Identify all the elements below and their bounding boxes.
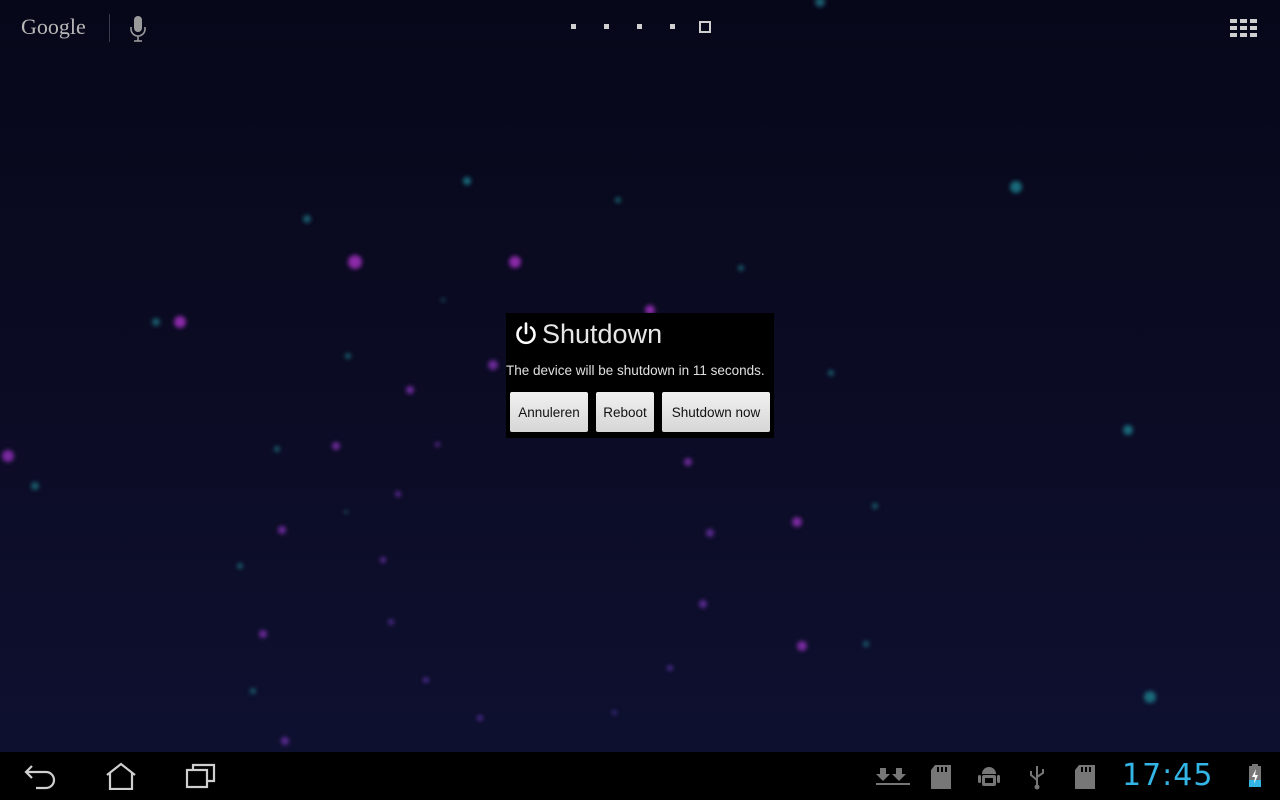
wallpaper-particle [274,446,280,452]
wallpaper-particle [423,677,429,683]
wallpaper-particle [237,563,243,569]
back-icon[interactable] [22,762,58,790]
dialog-header: Shutdown [510,318,770,350]
page-dot[interactable] [571,24,576,29]
wallpaper-particle [1123,425,1133,435]
wallpaper-particle [406,386,414,394]
wallpaper-particle [31,482,39,490]
wallpaper-particle [828,370,834,376]
status-clock[interactable]: 17:45 [1122,758,1213,793]
wallpaper-particle [699,600,707,608]
shutdown-now-button[interactable]: Shutdown now [662,392,770,432]
wallpaper-particle [863,641,869,647]
wallpaper-particle [332,442,340,450]
download-icon[interactable] [876,764,910,786]
wallpaper-particle [667,665,673,671]
wallpaper-particle [509,256,521,268]
page-dot[interactable] [604,24,609,29]
wallpaper-particle [1010,181,1022,193]
wallpaper-particle [348,255,362,269]
page-dot[interactable] [670,24,675,29]
system-bar: 17:45 [0,752,1280,800]
google-search-logo[interactable]: Google [21,14,86,40]
page-indicator [566,20,716,36]
wallpaper-particle [434,441,440,447]
search-divider [109,14,110,42]
wallpaper-particle [303,215,311,223]
wallpaper-particle [281,737,289,745]
page-dot-current[interactable] [699,21,711,33]
usb-icon[interactable] [1028,764,1046,790]
power-icon [516,322,536,345]
dialog-title: Shutdown [542,319,663,349]
cancel-button[interactable]: Annuleren [510,392,588,432]
wallpaper-particle [792,517,802,527]
dialog-message: The device will be shutdown in 11 second… [506,363,765,378]
wallpaper-particle [345,353,351,359]
wallpaper-particle [441,298,445,302]
mic-icon[interactable] [128,15,148,43]
sd-card-icon[interactable] [929,764,953,790]
wallpaper-particle [706,529,714,537]
wallpaper-particle [738,265,744,271]
recent-apps-icon[interactable] [185,762,217,790]
page-dot[interactable] [637,24,642,29]
all-apps-icon[interactable] [1230,19,1258,37]
wallpaper-particle [2,450,14,462]
wallpaper-particle [388,619,394,625]
reboot-button[interactable]: Reboot [596,392,654,432]
wallpaper-particle [477,715,483,721]
wallpaper-particle [1144,691,1156,703]
wallpaper-particle [250,688,256,694]
wallpaper-particle [259,630,267,638]
wallpaper-particle [152,318,160,326]
wallpaper-particle [488,360,498,370]
wallpaper-particle [344,510,348,514]
wallpaper-particle [611,709,617,715]
battery-charging-icon[interactable] [1248,764,1262,788]
wallpaper-particle [615,197,621,203]
wallpaper-particle [797,641,807,651]
wallpaper-particle [684,458,692,466]
wallpaper-particle [395,491,401,497]
wallpaper-particle [380,557,386,563]
wallpaper-particle [278,526,286,534]
android-debug-icon[interactable] [978,764,1000,790]
sd-card-icon[interactable] [1073,764,1097,790]
wallpaper-particle [463,177,471,185]
home-icon[interactable] [104,762,138,790]
wallpaper-particle [872,503,878,509]
wallpaper-particle [174,316,186,328]
shutdown-dialog: Shutdown The device will be shutdown in … [506,313,774,438]
